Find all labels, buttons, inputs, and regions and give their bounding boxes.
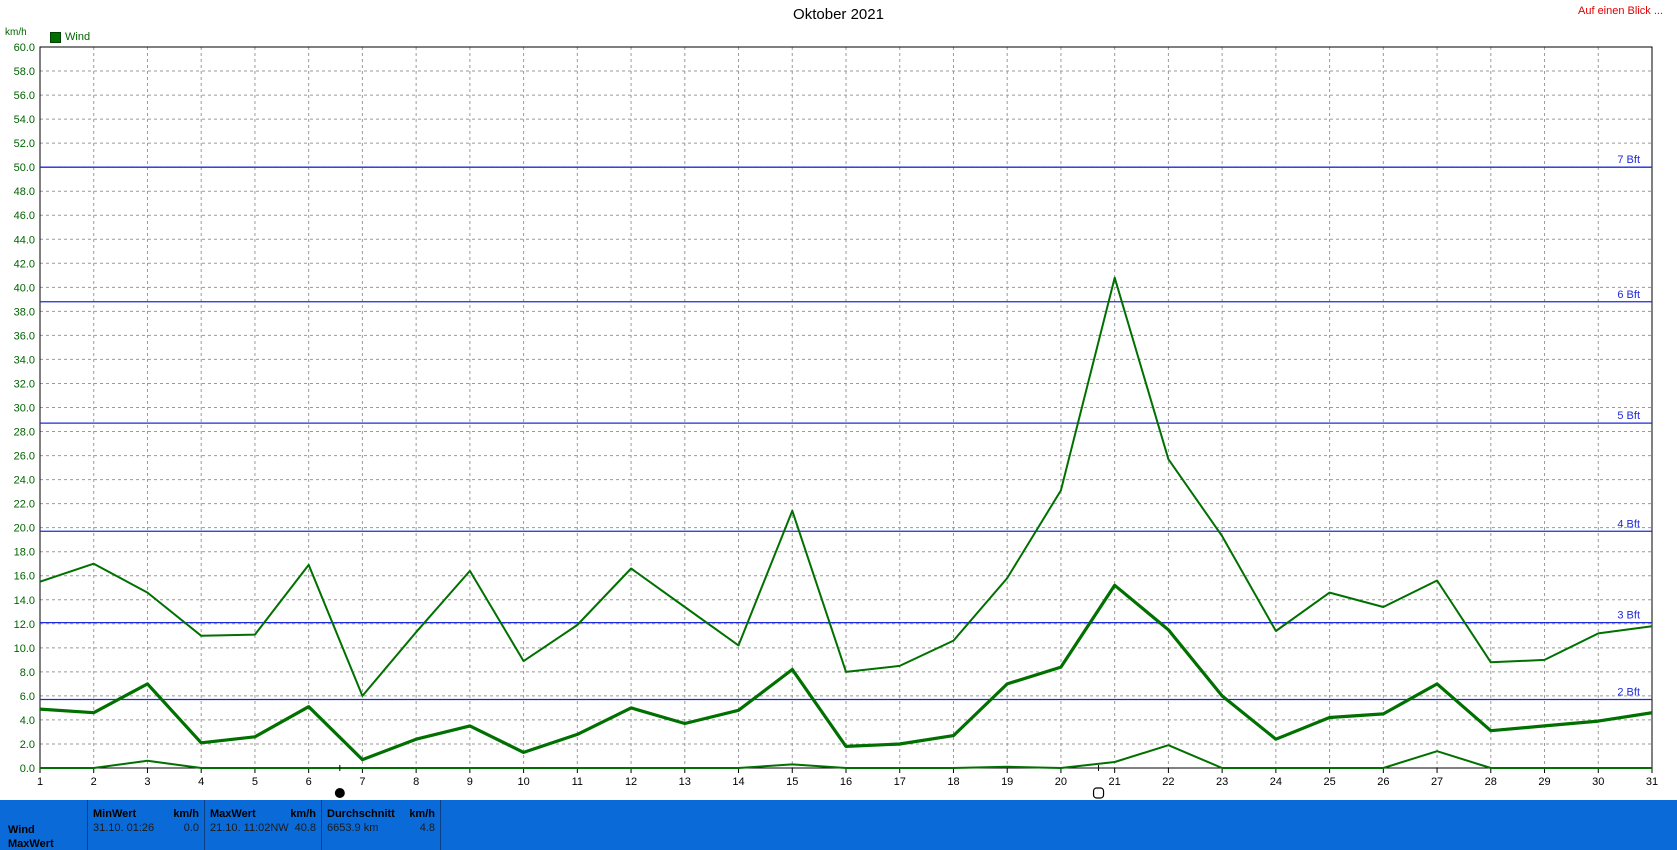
stats-min-value: 0.0 — [183, 822, 199, 834]
overview-link[interactable]: Auf einen Blick ... — [1578, 5, 1663, 17]
y-tick-label: 44.0 — [14, 234, 35, 246]
y-tick-label: 2.0 — [20, 739, 35, 751]
x-tick-label: 8 — [413, 776, 419, 788]
y-tick-label: 26.0 — [14, 451, 35, 463]
x-tick-label: 3 — [144, 776, 150, 788]
y-tick-label: 48.0 — [14, 186, 35, 198]
stats-row-label-wind: Wind — [8, 824, 35, 836]
y-tick-label: 42.0 — [14, 258, 35, 270]
beaufort-label: 5 Bft — [1617, 410, 1640, 422]
stats-min-when: 31.10. 01:26 — [93, 822, 155, 834]
x-tick-label: 11 — [572, 776, 583, 788]
stats-avg-value: 4.8 — [419, 822, 435, 834]
y-tick-label: 0.0 — [20, 763, 35, 775]
x-tick-label: 28 — [1485, 776, 1497, 788]
x-tick-label: 12 — [625, 776, 637, 788]
stats-row-label-maxwert: MaxWert — [8, 838, 54, 850]
y-axis-unit: km/h — [5, 27, 27, 38]
x-tick-label: 19 — [1001, 776, 1013, 788]
y-tick-label: 12.0 — [14, 619, 35, 631]
stats-avg-header: Durchschnitt — [327, 808, 395, 820]
stats-max-value: 40.8 — [294, 822, 316, 834]
x-tick-label: 1 — [37, 776, 43, 788]
y-tick-label: 50.0 — [14, 162, 35, 174]
y-tick-label: 6.0 — [20, 691, 35, 703]
y-tick-label: 20.0 — [14, 523, 35, 535]
y-tick-label: 40.0 — [14, 282, 35, 294]
y-tick-label: 38.0 — [14, 306, 35, 318]
x-tick-label: 17 — [894, 776, 906, 788]
beaufort-label: 2 Bft — [1617, 687, 1640, 699]
x-tick-label: 20 — [1055, 776, 1067, 788]
x-tick-label: 30 — [1592, 776, 1604, 788]
y-tick-label: 36.0 — [14, 330, 35, 342]
beaufort-label: 6 Bft — [1617, 289, 1640, 301]
stats-max-unit: km/h — [290, 808, 316, 820]
y-tick-label: 34.0 — [14, 354, 35, 366]
y-tick-label: 58.0 — [14, 66, 35, 78]
stats-avg-unit: km/h — [409, 808, 435, 820]
x-tick-label: 25 — [1323, 776, 1335, 788]
stats-min-unit: km/h — [173, 808, 199, 820]
x-tick-label: 14 — [732, 776, 744, 788]
stats-min-cell: MinWert km/h 31.10. 01:26 0.0 — [88, 800, 204, 850]
y-tick-label: 32.0 — [14, 378, 35, 390]
y-tick-label: 54.0 — [14, 114, 35, 126]
x-tick-label: 13 — [679, 776, 691, 788]
stats-separator — [440, 800, 441, 850]
x-tick-label: 31 — [1646, 776, 1658, 788]
legend-swatch — [50, 31, 61, 43]
y-tick-label: 52.0 — [14, 138, 35, 150]
marker-filled — [334, 788, 345, 798]
x-tick-label: 6 — [306, 776, 312, 788]
x-tick-label: 2 — [91, 776, 97, 788]
x-tick-label: 10 — [517, 776, 529, 788]
y-tick-label: 56.0 — [14, 90, 35, 102]
x-tick-label: 9 — [467, 776, 473, 788]
stats-max-cell: MaxWert km/h 21.10. 11:02NW 40.8 — [205, 800, 321, 850]
stats-avg-when: 6653.9 km — [327, 822, 379, 834]
y-tick-label: 4.0 — [20, 715, 35, 727]
stats-min-header: MinWert — [93, 808, 137, 820]
x-tick-label: 16 — [840, 776, 852, 788]
x-tick-label: 15 — [786, 776, 798, 788]
x-tick-label: 29 — [1538, 776, 1550, 788]
stats-max-when: 21.10. 11:02NW — [210, 822, 289, 834]
y-tick-label: 24.0 — [14, 475, 35, 487]
beaufort-label: 7 Bft — [1617, 154, 1640, 166]
legend-label: Wind — [65, 31, 91, 43]
marker-hollow — [1092, 787, 1105, 799]
x-tick-label: 4 — [198, 776, 204, 788]
x-tick-label: 5 — [252, 776, 258, 788]
x-tick-label: 27 — [1431, 776, 1443, 788]
legend: Wind — [50, 31, 90, 43]
stats-avg-cell: Durchschnitt km/h 6653.9 km 4.8 — [322, 800, 440, 850]
y-tick-label: 60.0 — [14, 42, 35, 54]
y-tick-label: 8.0 — [20, 667, 35, 679]
x-tick-label: 21 — [1109, 776, 1121, 788]
y-tick-label: 30.0 — [14, 403, 35, 415]
y-tick-label: 22.0 — [14, 499, 35, 511]
y-tick-label: 28.0 — [14, 427, 35, 439]
chart-title: Oktober 2021 — [793, 6, 884, 23]
wind-chart: 0.0 2.0 4.0 6.0 8.0 10.0 12.0 14.0 16.0 18.0 20.0 2… — [14, 42, 1658, 799]
x-tick-label: 24 — [1270, 776, 1282, 788]
x-tick-label: 26 — [1377, 776, 1389, 788]
y-tick-label: 18.0 — [14, 547, 35, 559]
y-tick-label: 10.0 — [14, 643, 35, 655]
y-tick-label: 16.0 — [14, 571, 35, 583]
x-tick-label: 22 — [1162, 776, 1174, 788]
y-tick-label: 14.0 — [14, 595, 35, 607]
stats-max-header: MaxWert — [210, 808, 256, 820]
x-tick-label: 18 — [947, 776, 959, 788]
x-tick-label: 7 — [359, 776, 365, 788]
y-tick-label: 46.0 — [14, 210, 35, 222]
beaufort-label: 3 Bft — [1617, 610, 1640, 622]
beaufort-label: 4 Bft — [1617, 518, 1640, 530]
x-tick-label: 23 — [1216, 776, 1228, 788]
